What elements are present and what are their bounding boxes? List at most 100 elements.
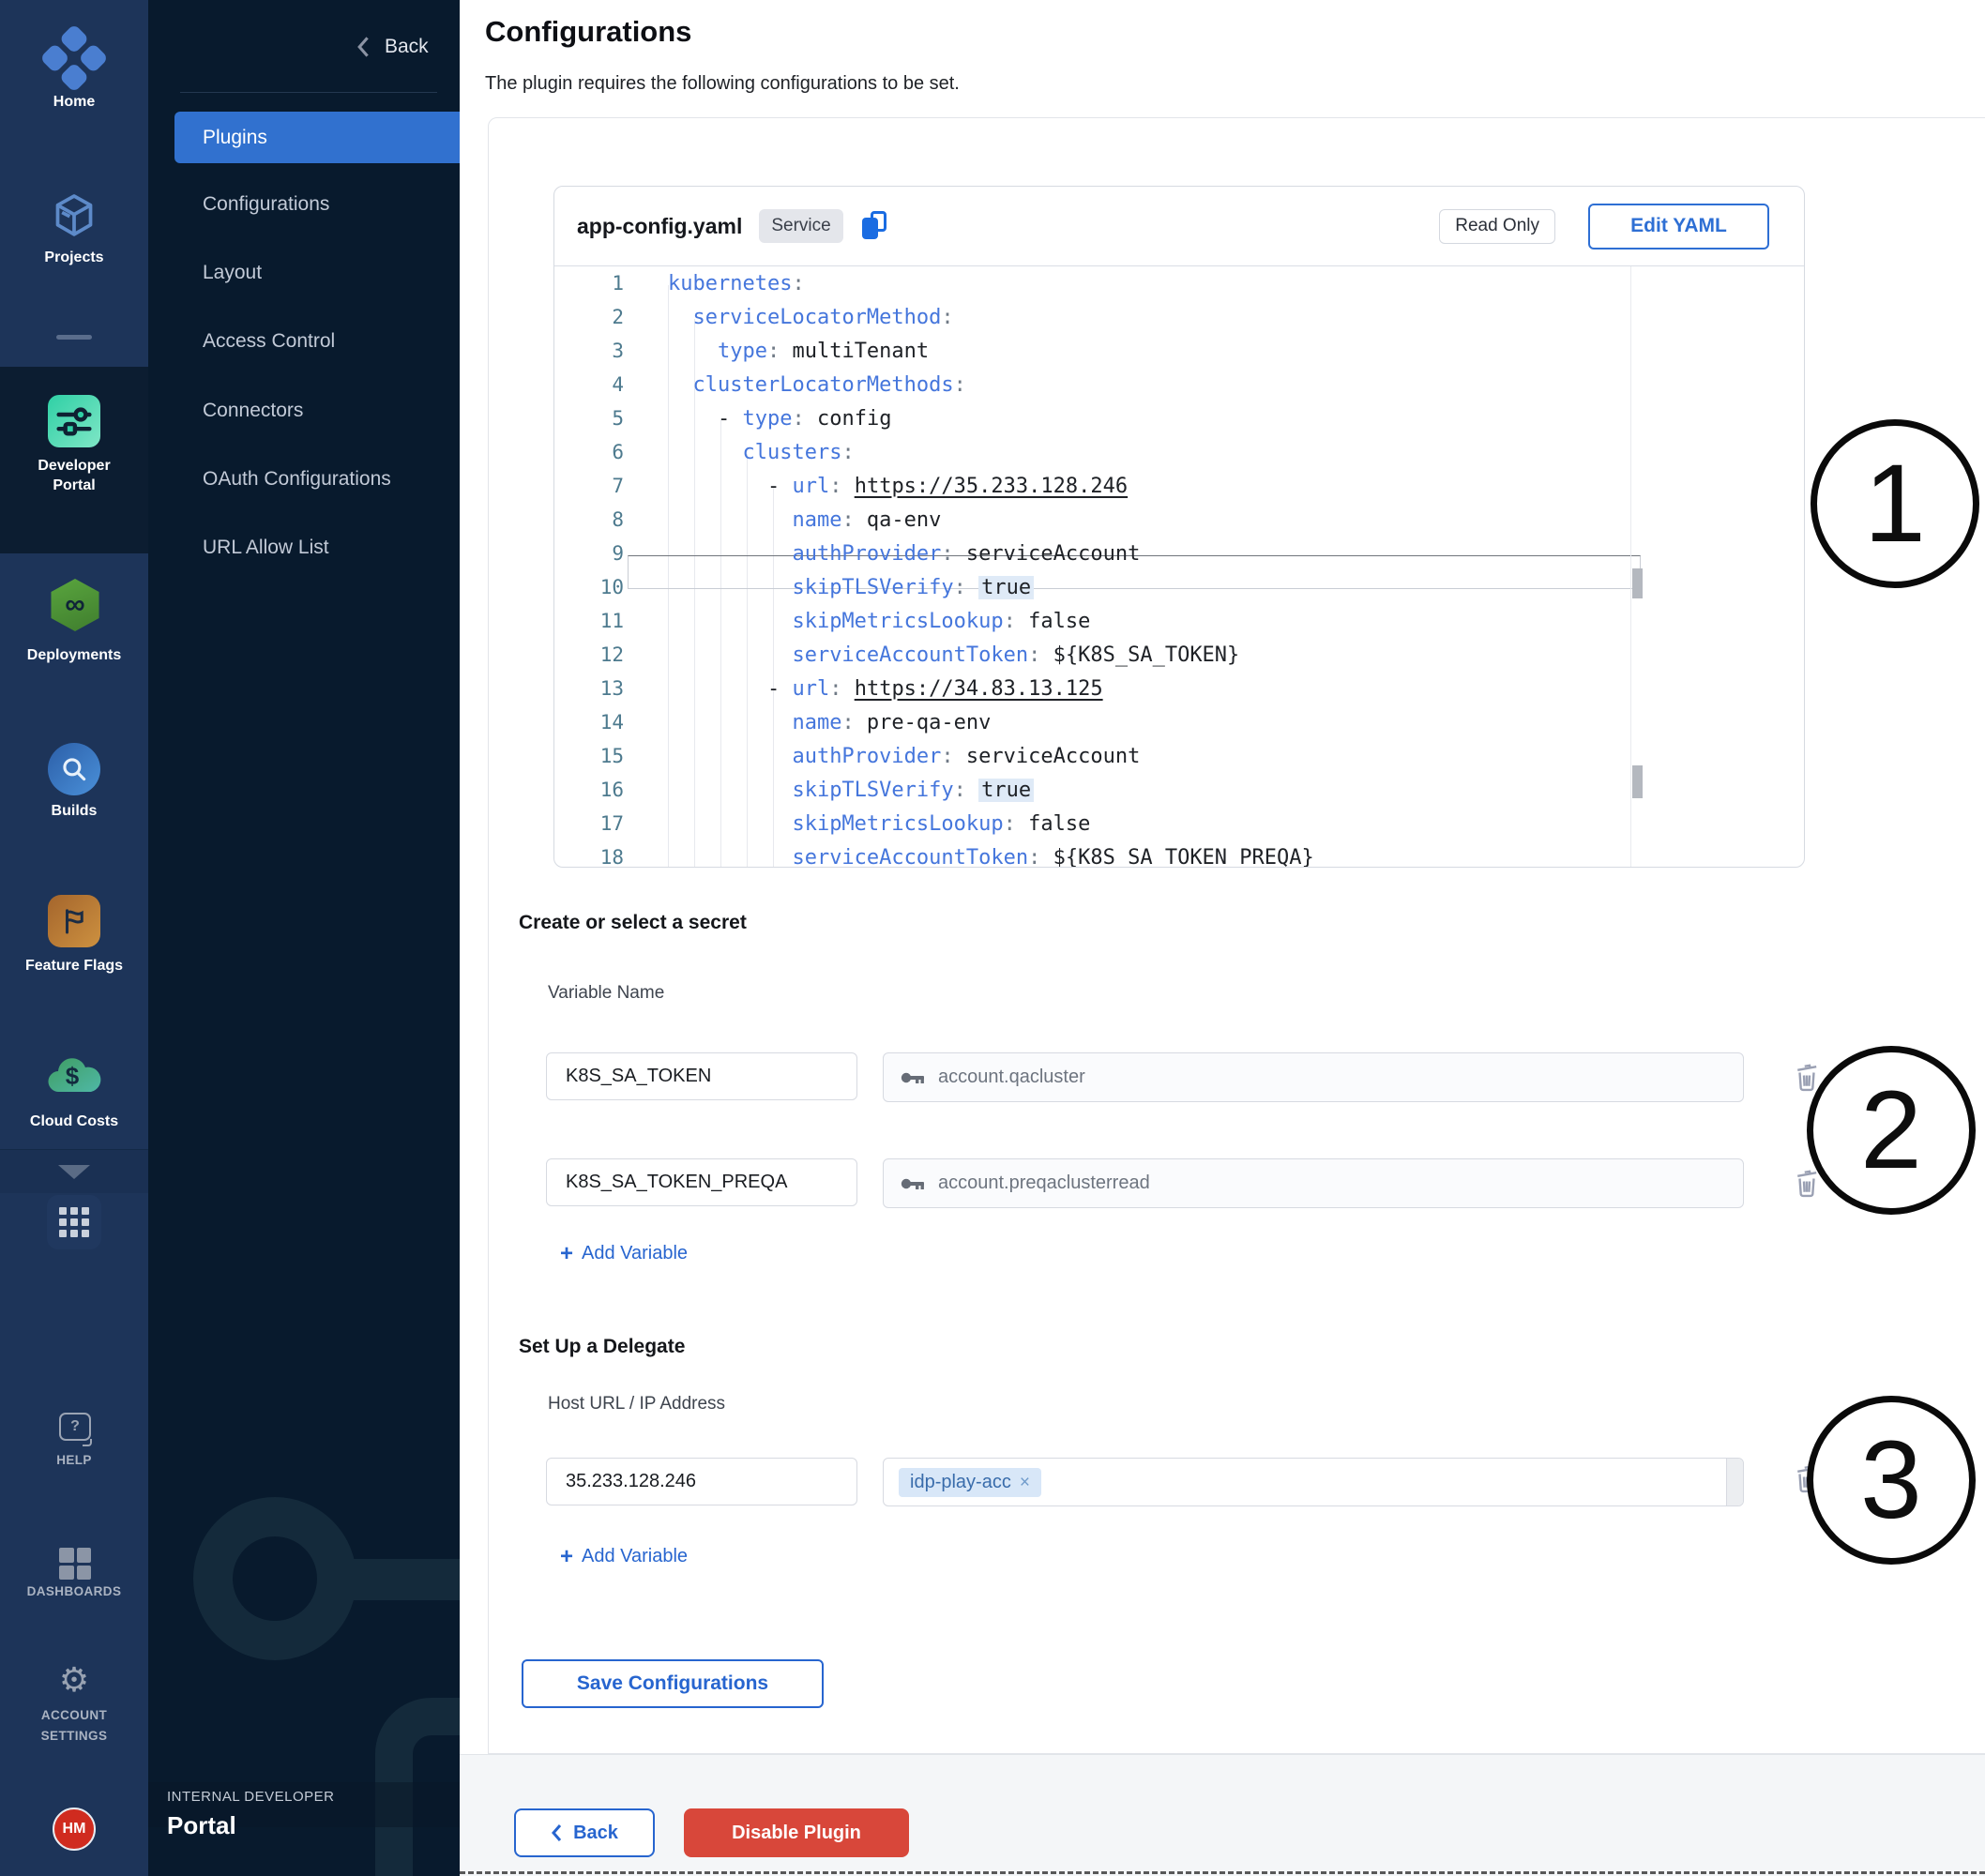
builds-icon[interactable] [48,743,100,795]
projects-cube-icon[interactable] [48,189,100,242]
code-line: 13 - url: https://34.83.13.125 [554,672,1804,705]
line-number: 11 [554,604,624,638]
code-line: 2 serviceLocatorMethod: [554,300,1804,334]
line-number: 3 [554,334,624,368]
line-content: authProvider: serviceAccount [668,745,1140,768]
feature-flags-icon[interactable] [48,895,100,947]
line-number: 5 [554,401,624,435]
annotation-circle-2: 2 [1807,1046,1976,1215]
line-content: type: multiTenant [668,340,929,363]
edit-yaml-button[interactable]: Edit YAML [1588,204,1769,250]
host-url-label: Host URL / IP Address [548,1394,725,1415]
nav-item-layout[interactable]: Layout [203,262,460,284]
rail-item-feature-flags[interactable]: Feature Flags [0,956,148,976]
deployments-icon[interactable]: ∞ [48,579,102,631]
nav-divider [180,92,437,93]
code-line: 4 clusterLocatorMethods: [554,368,1804,401]
line-content: skipMetricsLookup: false [668,610,1090,633]
rail-item-account-settings[interactable]: ACCOUNT SETTINGS [0,1705,148,1747]
app-root: Home Projects Developer Portal ∞ Deploym… [0,0,1985,1876]
nav-item-oauth-configurations[interactable]: OAuth Configurations [203,468,460,491]
yaml-code-area: 1 kubernetes: 2 serviceLocatorMethod: 3 t… [554,266,1804,868]
line-content: serviceAccountToken: ${K8S_SA_TOKEN} [668,643,1239,667]
line-number: 13 [554,672,624,705]
key-icon [901,1070,925,1085]
line-content: serviceAccountToken: ${K8S_SA_TOKEN_PREQ… [668,846,1314,868]
rail-item-builds[interactable]: Builds [0,801,148,821]
variable-name-label: Variable Name [548,983,664,1004]
line-content: clusterLocatorMethods: [668,373,966,397]
line-number: 6 [554,435,624,469]
footer-back-button[interactable]: Back [514,1808,655,1857]
nav-item-plugins[interactable]: Plugins [174,112,460,163]
chip-close-icon[interactable]: × [1020,1473,1030,1493]
save-configurations-button[interactable]: Save Configurations [522,1659,824,1708]
code-line: 14 name: pre-qa-env [554,705,1804,739]
line-number: 7 [554,469,624,503]
variable-name-input[interactable] [546,1052,857,1100]
add-variable-link[interactable]: + Add Variable [560,1243,688,1264]
secret-value: account.qacluster [938,1067,1085,1088]
back-link[interactable]: Back [355,34,429,60]
delegate-tag-chip: idp-play-acc × [899,1468,1041,1497]
secret-select[interactable]: account.preqaclusterread [883,1158,1744,1208]
add-delegate-link[interactable]: + Add Variable [560,1546,688,1567]
code-line: 1 kubernetes: [554,266,1804,300]
line-content: - type: config [668,407,891,431]
line-content: - url: https://34.83.13.125 [668,677,1103,701]
code-line: 16 skipTLSVerify: true [554,773,1804,807]
rail-item-home[interactable]: Home [0,92,148,112]
rail-item-cloud-costs[interactable]: Cloud Costs [0,1112,148,1131]
host-url-input[interactable] [546,1458,857,1505]
line-number: 12 [554,638,624,672]
dashboards-icon[interactable] [59,1548,91,1580]
module-grid-button[interactable] [47,1195,101,1249]
rail-item-deployments[interactable]: Deployments [0,645,148,665]
decor-bar [345,1559,460,1600]
rail-item-help[interactable]: HELP [0,1450,148,1471]
line-content: kubernetes: [668,272,805,295]
copy-icon[interactable] [862,211,890,241]
nav-footer-label: INTERNAL DEVELOPER [167,1789,335,1805]
code-line: 10 skipTLSVerify: true [554,570,1804,604]
rail-item-developer-portal[interactable]: Developer Portal [0,456,148,495]
rail-item-dashboards[interactable]: DASHBOARDS [0,1581,148,1602]
chevron-left-icon [551,1823,564,1842]
disable-plugin-button[interactable]: Disable Plugin [684,1808,909,1857]
gear-icon[interactable]: ⚙ [0,1662,148,1700]
developer-portal-icon[interactable] [48,395,100,447]
nav-item-connectors[interactable]: Connectors [203,400,460,422]
secret-select[interactable]: account.qacluster [883,1052,1744,1102]
line-content: clusters: [668,441,855,464]
home-icon[interactable] [39,23,109,93]
read-only-badge: Read Only [1439,209,1555,244]
code-line: 6 clusters: [554,435,1804,469]
variable-name-input[interactable] [546,1158,857,1206]
yaml-filename: app-config.yaml [577,214,742,239]
code-line: 8 name: qa-env [554,503,1804,537]
code-line: 11 skipMetricsLookup: false [554,604,1804,638]
nav-item-configurations[interactable]: Configurations [203,193,460,216]
nav-item-url-allow-list[interactable]: URL Allow List [203,537,460,559]
grid-icon [59,1207,89,1237]
line-number: 1 [554,266,624,300]
line-number: 2 [554,300,624,334]
line-number: 4 [554,368,624,401]
nav-item-access-control[interactable]: Access Control [203,330,460,353]
line-content: skipTLSVerify: true [668,779,1034,802]
line-content: name: pre-qa-env [668,711,991,734]
line-content: authProvider: serviceAccount [668,542,1140,566]
rail-collapse-row[interactable] [0,1149,148,1193]
line-content: name: qa-env [668,508,941,532]
module-rail: Home Projects Developer Portal ∞ Deploym… [0,0,148,1876]
user-avatar[interactable]: HM [53,1808,96,1851]
delegate-tags-input[interactable]: idp-play-acc × [883,1458,1744,1506]
yaml-editor-card: app-config.yaml Service Read Only Edit Y… [553,186,1805,868]
help-icon[interactable]: ? [59,1413,91,1441]
chevron-down-icon [58,1165,90,1179]
line-content: skipTLSVerify: true [668,576,1034,599]
cloud-costs-icon[interactable]: $ [44,1051,104,1099]
rail-item-projects[interactable]: Projects [0,248,148,267]
service-badge: Service [759,209,842,243]
line-number: 18 [554,840,624,868]
